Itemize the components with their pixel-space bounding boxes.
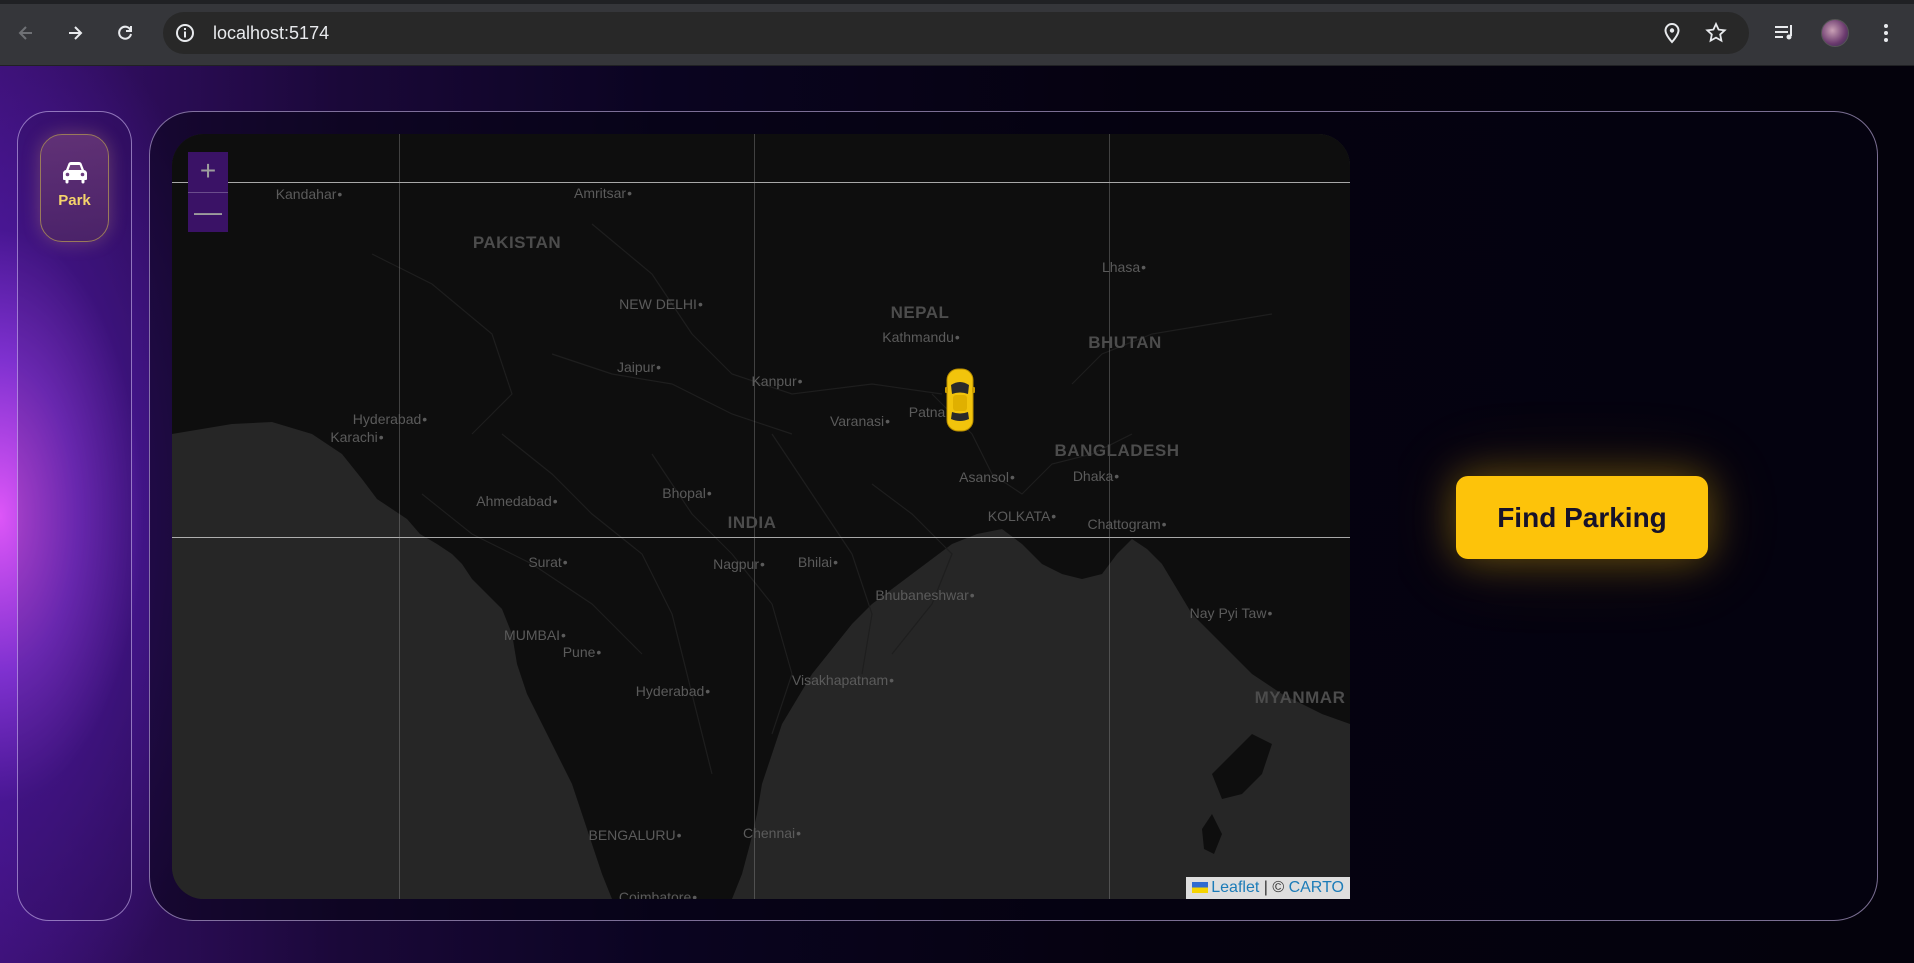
leaflet-link[interactable]: Leaflet — [1211, 879, 1259, 896]
car-marker-icon[interactable] — [944, 367, 976, 433]
kebab-menu-icon[interactable] — [1870, 17, 1902, 49]
city-label: Asansol — [959, 469, 1015, 485]
city-label: Kanpur — [751, 373, 802, 389]
country-label: PAKISTAN — [472, 233, 562, 252]
map[interactable]: PAKISTAN NEPAL BHUTAN BANGLADESH INDIA M… — [172, 134, 1350, 899]
address-bar[interactable]: localhost:5174 — [163, 12, 1749, 54]
media-list-icon[interactable] — [1769, 17, 1801, 49]
zoom-out-button[interactable]: — — [188, 192, 228, 232]
car-icon — [62, 162, 87, 184]
city-label: Hyderabad — [353, 411, 427, 427]
city-label: Bhopal — [662, 485, 712, 501]
city-label: Coimbatore — [619, 889, 697, 899]
park-label: Park — [58, 192, 91, 209]
city-label: Amritsar — [574, 185, 632, 201]
forward-arrow-icon[interactable] — [59, 17, 91, 49]
city-label: Surat — [528, 554, 567, 570]
city-label: Varanasi — [830, 413, 890, 429]
zoom-in-button[interactable]: + — [188, 152, 228, 192]
info-icon[interactable] — [173, 21, 197, 45]
carto-link[interactable]: CARTO — [1289, 879, 1344, 896]
city-label: NEW DELHI — [619, 296, 703, 312]
city-label: Chennai — [743, 825, 801, 841]
avatar[interactable] — [1821, 19, 1849, 47]
city-label: Ahmedabad — [476, 493, 557, 509]
tab-strip — [0, 0, 1914, 4]
city-label: Visakhapatnam — [792, 672, 894, 688]
reload-icon[interactable] — [109, 17, 141, 49]
country-label: MYANMAR — [1254, 688, 1346, 707]
ukraine-flag-icon — [1192, 882, 1209, 894]
grid-line — [172, 537, 1350, 538]
city-label: Dhaka — [1073, 468, 1119, 484]
attribution-separator: | © — [1259, 879, 1289, 896]
city-label: Jaipur — [617, 359, 661, 375]
app-page: Park PAKISTAN NEPAL BHUTAN BANGLADESH IN… — [0, 66, 1914, 963]
main-panel: PAKISTAN NEPAL BHUTAN BANGLADESH INDIA M… — [149, 111, 1878, 921]
city-label: Chattogram — [1087, 516, 1166, 532]
city-label: Bhilai — [798, 554, 838, 570]
grid-line — [399, 134, 400, 899]
city-label: BENGALURU — [588, 827, 681, 843]
zoom-control: + — — [188, 152, 228, 232]
url-text[interactable]: localhost:5174 — [213, 23, 329, 44]
country-label: INDIA — [727, 513, 777, 532]
sidebar: Park — [17, 111, 132, 921]
city-label: Karachi — [330, 429, 383, 445]
city-label: Kathmandu — [882, 329, 960, 345]
country-label: NEPAL — [890, 303, 950, 322]
city-label: Nay Pyi Taw — [1190, 605, 1273, 621]
find-parking-button[interactable]: Find Parking — [1456, 476, 1708, 559]
map-attribution: Leaflet | © CARTO — [1186, 877, 1350, 899]
grid-line — [172, 182, 1350, 183]
country-label: BHUTAN — [1088, 333, 1162, 352]
city-label: Bhubaneshwar — [875, 587, 974, 603]
star-icon[interactable] — [1705, 22, 1727, 44]
city-label: KOLKATA — [988, 508, 1056, 524]
city-label: MUMBAI — [504, 627, 566, 643]
city-label: Nagpur — [713, 556, 765, 572]
city-label: Hyderabad — [636, 683, 710, 699]
country-label: BANGLADESH — [1054, 441, 1180, 460]
browser-toolbar: localhost:5174 — [0, 0, 1914, 66]
back-arrow-icon[interactable] — [10, 17, 42, 49]
city-label: Pune — [563, 644, 602, 660]
location-pin-icon[interactable] — [1661, 22, 1683, 44]
park-button[interactable]: Park — [40, 134, 109, 242]
city-label: Lhasa — [1102, 259, 1146, 275]
city-label: Kandahar — [276, 186, 343, 202]
